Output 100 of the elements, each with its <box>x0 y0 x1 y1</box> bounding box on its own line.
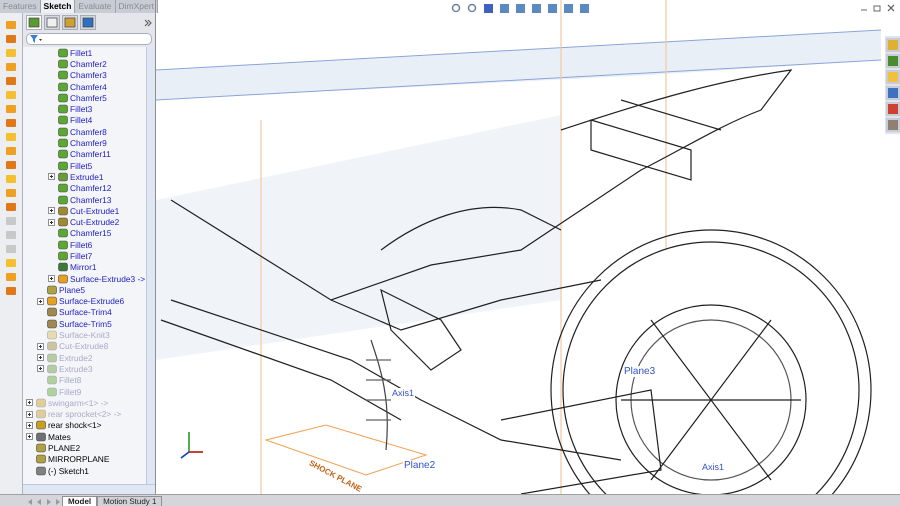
feature-icon <box>47 375 57 386</box>
feature-tool-icon[interactable] <box>5 61 17 73</box>
expand-icon[interactable] <box>26 399 33 406</box>
feature-icon <box>36 466 46 476</box>
feature-icon <box>58 206 68 216</box>
expand-icon[interactable] <box>37 354 44 362</box>
feature-icon <box>47 330 57 340</box>
reference-label: Axis1 <box>701 462 726 472</box>
feature-tree-tab-icon[interactable] <box>26 15 42 30</box>
tree-item[interactable]: Chamfer4 <box>70 82 107 92</box>
feature-icon <box>36 420 46 430</box>
task-pane-icon[interactable] <box>886 102 900 116</box>
expand-icon[interactable] <box>144 18 152 26</box>
configuration-tab-icon[interactable] <box>62 15 78 30</box>
tree-item[interactable]: Chamfer11 <box>70 149 111 160</box>
view-tool-icon[interactable] <box>499 3 512 14</box>
tree-item[interactable]: Surface-Trim5 <box>59 318 112 329</box>
feature-icon <box>47 318 57 329</box>
tree-item[interactable]: Fillet4 <box>70 115 92 126</box>
view-tool-icon[interactable] <box>515 3 528 14</box>
bottom-tab[interactable]: Model <box>62 496 98 506</box>
feature-tool-icon[interactable] <box>5 285 17 297</box>
view-tool-icon[interactable] <box>579 3 592 14</box>
tree-item[interactable]: Chamfer15 <box>70 228 112 238</box>
task-pane-icon[interactable] <box>886 86 900 100</box>
manager-tab[interactable]: Sketch <box>40 0 76 13</box>
feature-tool-icon[interactable] <box>5 145 17 157</box>
feature-icon <box>47 386 57 397</box>
tree-item[interactable]: Mirror1 <box>70 262 97 272</box>
feature-tool-icon[interactable] <box>5 117 17 129</box>
bottom-tab[interactable]: Motion Study 1 <box>97 496 162 506</box>
feature-tool-icon[interactable] <box>5 19 17 31</box>
feature-tool-icon[interactable] <box>5 33 17 45</box>
expand-icon[interactable] <box>37 298 44 305</box>
expand-icon[interactable] <box>26 433 33 440</box>
filter-field[interactable] <box>26 33 152 45</box>
feature-icon <box>58 228 68 238</box>
feature-icon <box>47 284 57 295</box>
tree-item[interactable]: rear shock<1> <box>48 420 102 430</box>
tree-item[interactable]: Chamfer12 <box>70 183 112 194</box>
tree-item[interactable]: Fillet3 <box>70 104 92 114</box>
feature-icon <box>47 296 57 306</box>
view-tool-icon[interactable] <box>547 3 560 14</box>
expand-icon[interactable] <box>26 410 33 418</box>
feature-tool-icon[interactable] <box>5 103 17 115</box>
expand-icon[interactable] <box>48 173 55 180</box>
tree-item[interactable]: Mates <box>48 432 71 442</box>
tree-item[interactable]: Chamfer8 <box>70 126 107 137</box>
feature-icon <box>58 115 68 126</box>
tree-item[interactable]: Surface-Trim4 <box>59 307 112 318</box>
horizontal-scrollbar[interactable] <box>23 484 155 494</box>
tree-item[interactable]: Chamfer3 <box>70 70 107 80</box>
expand-icon[interactable] <box>48 275 55 282</box>
feature-icon <box>58 262 68 272</box>
feature-tool-icon[interactable] <box>5 271 17 283</box>
expand-icon[interactable] <box>37 342 44 350</box>
feature-tool-icon[interactable] <box>5 201 17 213</box>
task-pane-icon[interactable] <box>886 118 900 132</box>
property-tab-icon[interactable] <box>44 15 60 30</box>
tree-item[interactable]: Chamfer13 <box>70 194 112 204</box>
feature-icon <box>58 92 68 103</box>
feature-tool-icon[interactable] <box>5 159 17 171</box>
tree-item[interactable]: Fillet6 <box>70 240 92 250</box>
tree-item[interactable]: Fillet1 <box>70 48 92 58</box>
view-tool-icon[interactable] <box>483 3 496 14</box>
tree-item[interactable]: MIRRORPLANE <box>48 454 110 464</box>
tree-item[interactable]: Chamfer2 <box>70 58 107 69</box>
tree-item[interactable]: Chamfer9 <box>70 138 107 148</box>
tree-item[interactable]: Cut-Extrude1 <box>70 206 120 216</box>
feature-icon <box>58 194 68 204</box>
display-tab-icon[interactable] <box>80 15 96 30</box>
filter-icon[interactable] <box>30 34 42 44</box>
view-tool-icon[interactable] <box>563 3 576 14</box>
tree-item[interactable]: Surface-Extrude6 <box>59 296 124 306</box>
expand-icon[interactable] <box>48 218 55 226</box>
feature-icon <box>58 217 68 228</box>
feature-tool-icon[interactable] <box>5 75 17 87</box>
feature-icon <box>36 443 46 454</box>
task-pane-icon[interactable] <box>886 54 900 68</box>
tree-item[interactable]: Extrude1 <box>70 172 104 182</box>
feature-icon <box>47 341 57 352</box>
tree-item[interactable]: Cut-Extrude2 <box>70 217 120 228</box>
tree-item[interactable]: Chamfer5 <box>70 92 107 103</box>
vertical-scrollbar[interactable] <box>146 47 155 484</box>
close-icon[interactable] <box>887 4 895 12</box>
expand-icon[interactable] <box>37 365 44 372</box>
tab-scroll-icon[interactable] <box>26 498 62 506</box>
expand-icon[interactable] <box>48 207 55 214</box>
tree-item[interactable]: Fillet5 <box>70 160 92 171</box>
tree-item[interactable]: Fillet7 <box>70 250 92 261</box>
tree-item[interactable]: PLANE2 <box>48 443 80 454</box>
tree-item[interactable]: (-) Sketch1 <box>48 466 89 476</box>
feature-tool-icon[interactable] <box>5 187 17 199</box>
expand-icon[interactable] <box>26 422 33 429</box>
view-tool-icon[interactable] <box>531 3 544 14</box>
feature-icon <box>58 48 68 58</box>
restore-icon[interactable] <box>873 4 882 12</box>
feature-icon <box>58 183 68 194</box>
tree-item[interactable]: Surface-Extrude3 -> <box>70 274 146 284</box>
tree-item[interactable]: Plane5 <box>59 284 86 295</box>
